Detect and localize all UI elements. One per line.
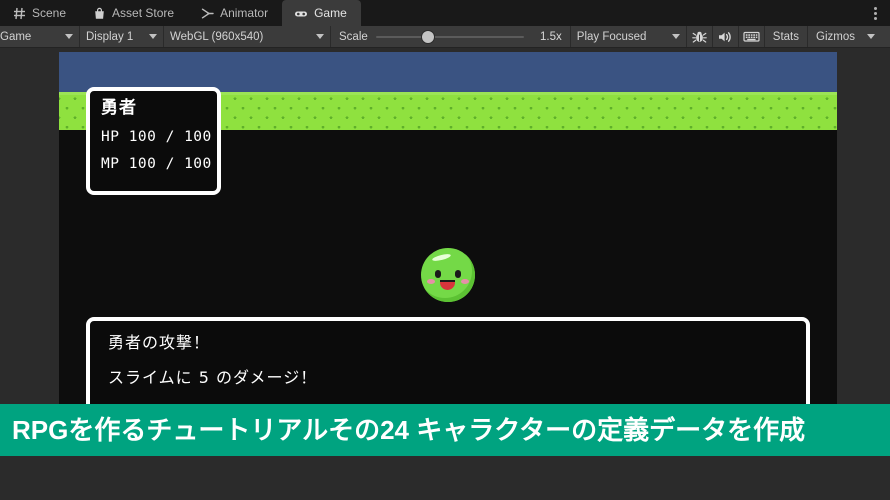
resolution-selector-label: WebGL (960x540)	[170, 30, 264, 43]
kebab-menu-icon[interactable]	[864, 0, 890, 26]
chevron-down-icon	[866, 34, 875, 39]
editor-tab-bar: Scene Asset Store Animator Game	[0, 0, 890, 26]
play-mode-label: Play Focused	[576, 30, 647, 43]
scale-slider-handle[interactable]	[421, 30, 434, 43]
bug-icon[interactable]	[687, 26, 713, 47]
display-selector-dropdown[interactable]: Display 1	[80, 26, 164, 47]
player-hp-label: HP 100 / 100	[101, 129, 212, 145]
chevron-down-icon	[316, 34, 324, 39]
game-view-toolbar: Game Display 1 WebGL (960x540) Scale 1.5…	[0, 26, 890, 48]
tab-bar-spacer	[361, 0, 864, 26]
animator-icon	[200, 6, 214, 20]
player-mp-label: MP 100 / 100	[101, 155, 212, 172]
gizmos-button[interactable]: Gizmos	[808, 26, 863, 47]
speaker-icon[interactable]	[713, 26, 739, 47]
battle-message-window: 勇者の攻撃！ スライムに 5 のダメージ！	[86, 317, 810, 415]
gizmos-button-label: Gizmos	[816, 30, 855, 43]
tab-game-label: Game	[314, 6, 347, 20]
view-selector-dropdown[interactable]: Game	[0, 26, 80, 47]
battle-message-line-2: スライムに 5 のダメージ！	[108, 368, 318, 387]
editor-bottom-strip	[0, 456, 890, 500]
gizmos-dropdown-toggle[interactable]	[863, 26, 879, 47]
stats-grid-icon[interactable]	[739, 26, 765, 47]
tab-scene-label: Scene	[32, 6, 67, 20]
player-status-window: 勇者 HP 100 / 100 MP 100 / 100	[86, 87, 221, 195]
slime-cheek-left	[427, 279, 435, 284]
sky-band-top	[59, 52, 837, 92]
unity-editor-window: Scene Asset Store Animator Game Game Dis…	[0, 0, 890, 500]
tab-animator-label: Animator	[220, 6, 269, 20]
tab-game[interactable]: Game	[282, 0, 361, 26]
scale-slider[interactable]	[375, 30, 524, 43]
tutorial-banner-text: RPGを作るチュートリアルその24 キャラクターの定義データを作成	[12, 415, 806, 445]
slime-sprite	[419, 246, 477, 304]
slime-eye-left	[435, 270, 441, 278]
tab-asset-store[interactable]: Asset Store	[80, 0, 189, 26]
stats-button-label: Stats	[772, 30, 799, 43]
chevron-down-icon	[149, 34, 157, 39]
battle-message-line-1: 勇者の攻撃！	[108, 333, 211, 352]
player-name-label: 勇者	[101, 98, 137, 118]
chevron-down-icon	[671, 34, 680, 39]
kebab-dots	[873, 6, 877, 20]
tab-asset-store-label: Asset Store	[112, 6, 175, 20]
grid-icon	[12, 6, 26, 20]
tab-animator[interactable]: Animator	[188, 0, 283, 26]
slime-cheek-right	[461, 279, 469, 284]
resolution-selector-dropdown[interactable]: WebGL (960x540)	[164, 26, 331, 47]
slime-eye-right	[455, 270, 461, 278]
tab-scene[interactable]: Scene	[0, 0, 81, 26]
scale-slider-track	[375, 35, 524, 38]
scale-slider-group[interactable]: Scale 1.5x	[331, 26, 571, 47]
stats-button[interactable]: Stats	[765, 26, 808, 47]
display-selector-label: Display 1	[86, 30, 134, 43]
view-selector-label: Game	[0, 30, 32, 43]
play-mode-dropdown[interactable]: Play Focused	[571, 26, 687, 47]
tutorial-banner: RPGを作るチュートリアルその24 キャラクターの定義データを作成	[0, 404, 890, 456]
chevron-down-icon	[65, 34, 73, 39]
scale-label: Scale	[339, 30, 368, 43]
gamepad-icon	[294, 6, 308, 20]
scale-value-label: 1.5x	[540, 30, 562, 43]
shopping-bag-icon	[92, 6, 106, 20]
